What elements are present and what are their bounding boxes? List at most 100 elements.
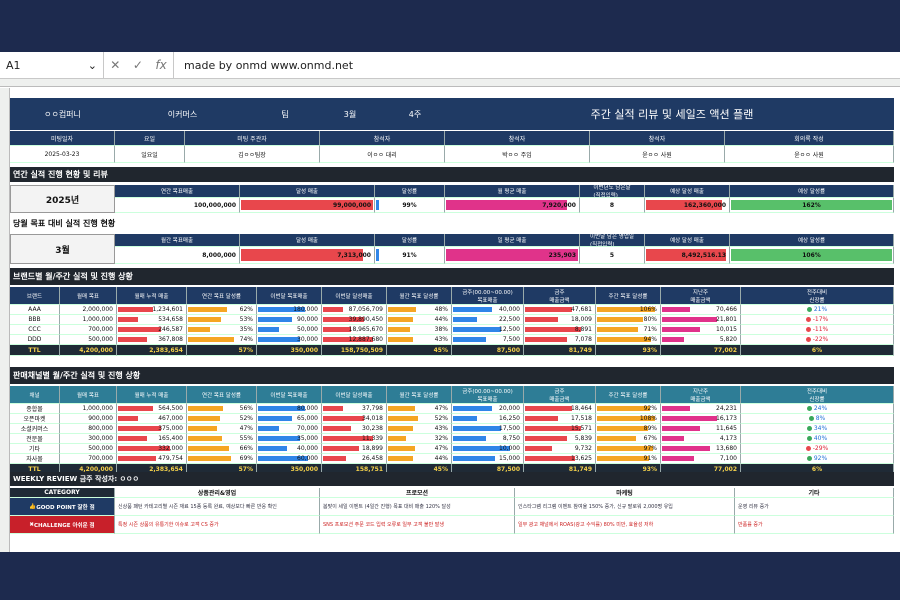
monthly-value[interactable]: 8,000,000 [115,247,240,264]
channel-cell[interactable]: 24,231 [661,404,741,414]
channel-cell[interactable]: 467,000 [117,414,187,424]
brand-cell[interactable]: 40,000 [452,305,524,315]
channel-cell[interactable]: 56% [187,404,257,414]
channel-cell[interactable]: 800,000 [60,424,117,434]
channel-cell[interactable]: 70,000 [257,424,322,434]
channel-cell[interactable]: 564,500 [117,404,187,414]
channel-cell[interactable]: 900,000 [60,414,117,424]
brand-cell[interactable]: 7,500 [452,335,524,345]
channel-cell[interactable]: 8% [741,414,894,424]
weekly-good-cell[interactable]: 인스타그램 리그램 이벤트 참여율 150% 증가, 신규 팔로워 2,000명… [515,498,735,516]
brand-cell[interactable]: 12,887,680 [322,335,387,345]
channel-cell[interactable]: 65,000 [257,414,322,424]
brand-cell[interactable]: 87,056,709 [322,305,387,315]
brand-cell[interactable]: 70,466 [661,305,741,315]
monthly-value[interactable]: 7,313,000 [240,247,375,264]
channel-cell[interactable]: 97% [596,444,661,454]
function-icon[interactable]: fx [155,58,166,72]
attendee-2[interactable]: 박ㅇㅇ 주임 [445,146,590,163]
channel-cell[interactable]: 4,173 [661,434,741,444]
brand-cell[interactable]: 48% [387,305,452,315]
annual-value[interactable]: 162,360,000 [645,198,730,213]
brand-cell[interactable]: 500,000 [60,335,117,345]
attendee-1[interactable]: 이ㅇㅇ 대리 [320,146,445,163]
weekly-bad-cell[interactable]: 일부 광고 채널에서 ROAS(광고 수익률) 80% 미만, 효율성 저하 [515,516,735,534]
brand-cell[interactable]: 106% [596,305,661,315]
channel-cell[interactable]: 52% [387,414,452,424]
brand-cell[interactable]: 5,820 [661,335,741,345]
brand-cell[interactable]: 35% [187,325,257,335]
channel-cell[interactable]: 32% [387,434,452,444]
brand-cell[interactable]: -17% [741,315,894,325]
annual-value[interactable]: 99,000,000 [240,198,375,213]
channel-cell[interactable]: 5,839 [524,434,596,444]
channel-cell[interactable]: 26,458 [322,454,387,464]
brand-cell[interactable]: 1,000,000 [60,315,117,325]
annual-value[interactable]: 7,920,000 [445,198,580,213]
channel-cell[interactable]: 69% [187,454,257,464]
channel-cell[interactable]: 91% [596,454,661,464]
channel-cell[interactable]: 15,571 [524,424,596,434]
brand-cell[interactable]: 74% [187,335,257,345]
brand-cell[interactable]: 71% [596,325,661,335]
channel-cell[interactable]: 17,500 [452,424,524,434]
channel-cell[interactable]: 80,000 [257,404,322,414]
brand-cell[interactable]: 534,658 [117,315,187,325]
channel-cell[interactable]: 15,000 [452,454,524,464]
channel-cell[interactable]: 332,000 [117,444,187,454]
channel-cell[interactable]: 40,000 [257,444,322,454]
channel-cell[interactable]: -29% [741,444,894,454]
channel-cell[interactable]: 479,754 [117,454,187,464]
brand-cell[interactable]: 30,000 [257,335,322,345]
weekly-bad-cell[interactable]: 반품률 증가 [735,516,894,534]
channel-cell[interactable]: 92% [741,454,894,464]
channel-cell[interactable]: 47% [387,444,452,454]
weekly-good-cell[interactable]: 운영 리뷰 증가 [735,498,894,516]
chevron-down-icon[interactable]: ⌄ [88,59,97,72]
brand-cell[interactable]: 8,891 [524,325,596,335]
channel-cell[interactable]: 10,000 [452,444,524,454]
channel-cell[interactable]: 43% [387,424,452,434]
brand-cell[interactable]: 2,000,000 [60,305,117,315]
brand-cell[interactable]: 38% [387,325,452,335]
annual-value[interactable]: 162% [730,198,894,213]
channel-cell[interactable]: 47% [187,424,257,434]
brand-cell[interactable]: 50,000 [257,325,322,335]
brand-cell[interactable]: 39,890,450 [322,315,387,325]
brand-cell[interactable]: 80% [596,315,661,325]
brand-cell[interactable]: 53% [187,315,257,325]
brand-cell[interactable]: -11% [741,325,894,335]
annual-value[interactable]: 100,000,000 [115,198,240,213]
channel-cell[interactable]: 1,000,000 [60,404,117,414]
brand-cell[interactable]: 90,000 [257,315,322,325]
brand-cell[interactable]: 12,500 [452,325,524,335]
channel-cell[interactable]: 16,250 [452,414,524,424]
channel-cell[interactable]: 108% [596,414,661,424]
brand-cell[interactable]: 7,078 [524,335,596,345]
channel-cell[interactable]: 44% [387,454,452,464]
channel-cell[interactable]: 20,000 [452,404,524,414]
brand-cell[interactable]: 1,234,601 [117,305,187,315]
brand-cell[interactable]: 18,965,670 [322,325,387,335]
brand-cell[interactable]: 367,808 [117,335,187,345]
weekly-good-cell[interactable]: 신상품 패턴 카테고리별 시즌 재료 15종 등록 완료, 예상보다 빠른 반응… [115,498,320,516]
channel-cell[interactable]: 9,732 [524,444,596,454]
channel-cell[interactable]: 24% [741,404,894,414]
channel-cell[interactable]: 8,750 [452,434,524,444]
channel-cell[interactable]: 18,464 [524,404,596,414]
channel-cell[interactable]: 55% [187,434,257,444]
channel-cell[interactable]: 165,400 [117,434,187,444]
brand-cell[interactable]: 700,000 [60,325,117,335]
brand-cell[interactable]: 62% [187,305,257,315]
monthly-value[interactable]: 235,903 [445,247,580,264]
channel-cell[interactable]: 13,625 [524,454,596,464]
brand-cell[interactable]: -22% [741,335,894,345]
weekly-bad-cell[interactable]: SNS 프로모션 주문 코드 입력 오류로 일부 고객 불만 발생 [320,516,515,534]
monthly-value[interactable]: 8,492,516.13 [645,247,730,264]
formula-content[interactable]: made by onmd www.onmd.net [174,59,353,72]
brand-cell[interactable]: 47,681 [524,305,596,315]
weekly-bad-cell[interactable]: 특정 시즌 상품의 유통기한 이슈로 고객 CS 증가 [115,516,320,534]
channel-cell[interactable]: 30,238 [322,424,387,434]
channel-cell[interactable]: 300,000 [60,434,117,444]
channel-cell[interactable]: 11,339 [322,434,387,444]
